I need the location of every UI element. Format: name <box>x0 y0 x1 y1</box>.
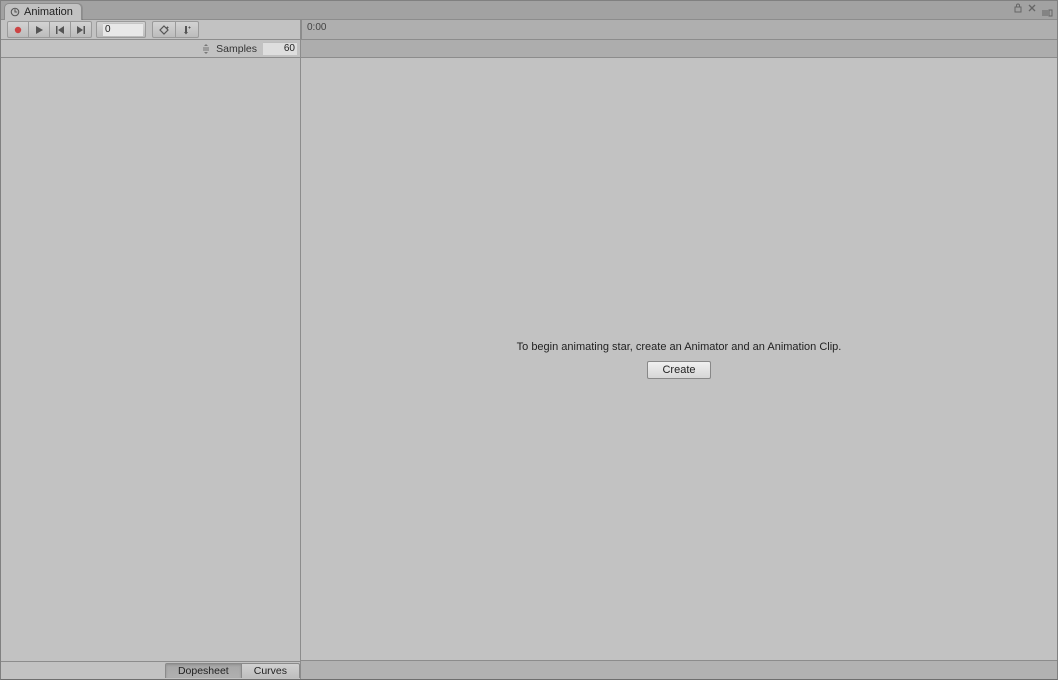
properties-header-row: Samples <box>1 40 1057 58</box>
clock-icon <box>10 7 20 17</box>
tab-curves-label: Curves <box>254 665 287 677</box>
window-menu-icon[interactable] <box>1041 9 1053 19</box>
empty-message: To begin animating star, create an Anima… <box>517 341 842 353</box>
play-button[interactable] <box>29 22 50 37</box>
tab-label: Animation <box>24 6 73 18</box>
tab-curves[interactable]: Curves <box>242 663 300 678</box>
footer-left: Dopesheet Curves <box>1 661 301 679</box>
create-button-label: Create <box>662 364 695 376</box>
prev-keyframe-button[interactable] <box>50 22 71 37</box>
body: To begin animating star, create an Anima… <box>1 58 1057 661</box>
add-keyframe-button[interactable] <box>153 22 176 37</box>
track-header[interactable] <box>301 40 1057 58</box>
frame-input[interactable] <box>103 23 143 36</box>
playback-controls <box>7 21 92 38</box>
timeline-ruler[interactable]: 0:00 <box>301 20 1057 39</box>
samples-input[interactable] <box>263 42 297 55</box>
property-list-panel <box>1 58 301 661</box>
add-event-button[interactable] <box>176 22 198 37</box>
samples-label: Samples <box>216 43 257 55</box>
create-button[interactable]: Create <box>647 361 710 379</box>
timeline-time-label: 0:00 <box>307 22 326 33</box>
close-icon[interactable] <box>1027 3 1037 13</box>
toolbar-left <box>1 20 301 39</box>
drag-handle-icon[interactable] <box>202 44 210 54</box>
toolbar: 0:00 <box>1 19 1057 40</box>
tab-dopesheet[interactable]: Dopesheet <box>165 663 242 678</box>
lock-icon[interactable] <box>1013 3 1023 13</box>
animation-window: Animation <box>0 0 1058 680</box>
footer-right <box>301 660 1057 679</box>
tab-dopesheet-label: Dopesheet <box>178 665 229 677</box>
record-button[interactable] <box>8 22 29 37</box>
property-panel-header: Samples <box>1 40 301 58</box>
timeline-area: To begin animating star, create an Anima… <box>301 58 1057 661</box>
tab-animation[interactable]: Animation <box>4 3 82 20</box>
tab-bar: Animation <box>1 1 1057 19</box>
keyframe-controls <box>152 21 199 38</box>
next-keyframe-button[interactable] <box>71 22 91 37</box>
window-controls <box>1013 3 1053 19</box>
frame-field <box>96 21 146 38</box>
view-mode-tabs: Dopesheet Curves <box>165 662 300 679</box>
